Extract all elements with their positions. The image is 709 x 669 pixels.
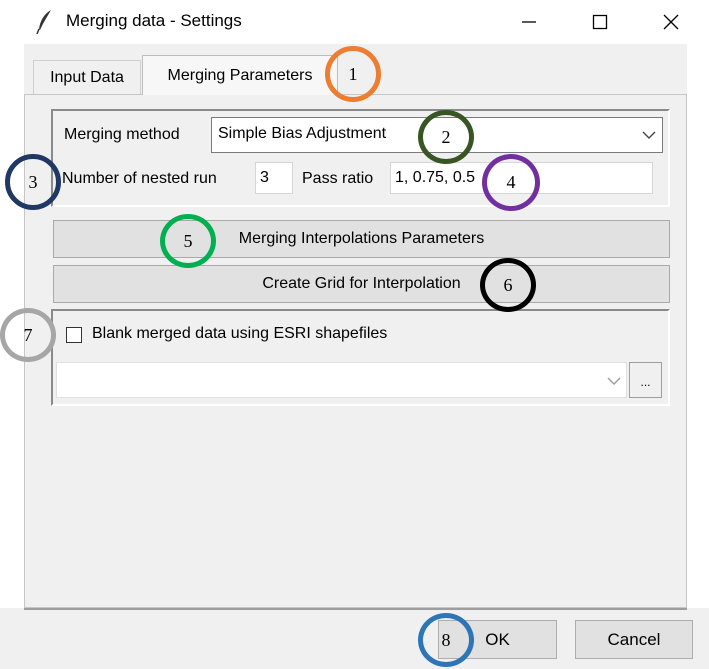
minimize-icon[interactable] <box>506 0 552 44</box>
shapefile-combobox[interactable] <box>56 362 627 398</box>
chevron-down-icon[interactable] <box>642 128 656 142</box>
chevron-down-icon[interactable] <box>607 374 621 388</box>
annotation-marker-3: 3 <box>5 154 61 210</box>
window-frame-right <box>687 44 709 608</box>
annotation-marker-1: 1 <box>325 46 381 102</box>
merging-method-label: Merging method <box>64 126 180 143</box>
cancel-button[interactable]: Cancel <box>575 620 693 659</box>
annotation-marker-7: 7 <box>0 308 56 362</box>
footer-divider <box>24 608 687 610</box>
nested-run-input[interactable]: 3 <box>255 162 293 194</box>
close-icon[interactable] <box>648 0 694 44</box>
create-grid-button[interactable]: Create Grid for Interpolation <box>53 265 670 303</box>
tab-merging-parameters[interactable]: Merging Parameters <box>142 55 338 95</box>
maximize-icon[interactable] <box>577 0 623 44</box>
annotation-marker-8: 8 <box>418 613 474 667</box>
interpolation-parameters-button[interactable]: Merging Interpolations Parameters <box>53 220 670 258</box>
nested-run-value: 3 <box>260 169 269 186</box>
browse-shapefile-button[interactable]: ... <box>629 362 662 398</box>
annotation-marker-2: 2 <box>418 110 474 164</box>
blank-shapefile-label: Blank merged data using ESRI shapefiles <box>92 325 388 342</box>
annotation-marker-5: 5 <box>160 214 216 268</box>
pass-ratio-label: Pass ratio <box>302 170 374 187</box>
merging-method-value: Simple Bias Adjustment <box>218 125 387 142</box>
nested-run-label: Number of nested run <box>62 170 217 187</box>
tab-input-data[interactable]: Input Data <box>33 60 141 94</box>
pass-ratio-value: 1, 0.75, 0.5 <box>395 169 476 186</box>
annotation-marker-4: 4 <box>482 154 540 211</box>
annotation-marker-6: 6 <box>480 258 536 312</box>
feather-icon <box>36 9 54 35</box>
blank-shapefile-checkbox[interactable] <box>66 327 82 343</box>
window-title: Merging data - Settings <box>66 11 242 30</box>
